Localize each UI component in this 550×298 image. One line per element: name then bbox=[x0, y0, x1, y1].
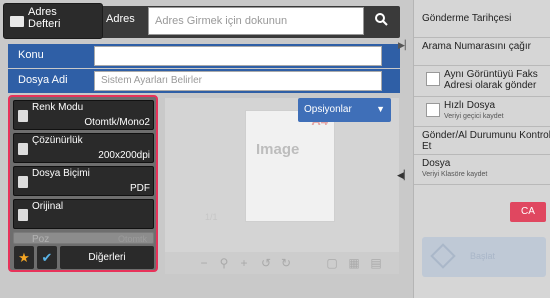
expand-right-icon[interactable]: ▶▏ bbox=[398, 40, 412, 54]
collapse-left-icon[interactable]: ◀▏ bbox=[397, 170, 411, 184]
checkbox[interactable] bbox=[426, 72, 440, 86]
setting-value: 200x200dpi bbox=[98, 150, 150, 161]
filename-input[interactable]: Sistem Ayarları Belirler bbox=[94, 71, 382, 91]
start-icon bbox=[430, 243, 456, 269]
preview-toolbar: − ⚲ + ↺ ↻ ▢ ▦ ▤ bbox=[165, 252, 399, 274]
send-status-item[interactable]: Gönder/Al Durumunu Kontrol Et bbox=[414, 127, 550, 155]
setting-value: Otomtk/Mono2 bbox=[84, 117, 150, 128]
setting-label: Çözünürlük bbox=[32, 135, 83, 146]
filename-row: Dosya Adi Sistem Ayarları Belirler bbox=[8, 69, 400, 93]
file-item[interactable]: Dosya Veriyi Klasöre kaydet bbox=[414, 155, 550, 185]
search-icon bbox=[375, 13, 388, 26]
page-count: 1/1 bbox=[205, 212, 218, 222]
exposure-value: Otomtk bbox=[118, 234, 148, 244]
send-history-item[interactable]: Gönderme Tarihçesi bbox=[414, 0, 550, 38]
address-book-icon bbox=[10, 16, 24, 27]
same-image-fax-item[interactable]: Aynı Görüntüyü Faks Adresi olarak gönder bbox=[414, 66, 550, 97]
quick-file-item[interactable]: Hızlı Dosya Veriyi geçici kaydet bbox=[414, 97, 550, 127]
ca-button[interactable]: CA bbox=[510, 202, 546, 222]
grid-view-icon[interactable]: ▦ bbox=[347, 256, 361, 270]
preview-paper: A4 Image bbox=[245, 110, 335, 222]
subject-row: Konu bbox=[8, 44, 400, 68]
address-book-button[interactable]: Adres Defteri bbox=[3, 3, 103, 39]
subject-input[interactable] bbox=[94, 46, 382, 66]
setting-label: Renk Modu bbox=[32, 102, 84, 113]
minus-icon[interactable]: − bbox=[197, 256, 211, 270]
options-label: Opsiyonlar bbox=[304, 104, 352, 115]
color-mode-icon bbox=[18, 110, 28, 122]
color-mode-button[interactable]: Renk Modu Otomtk/Mono2 bbox=[13, 100, 154, 130]
address-input[interactable]: Adres Girmek için dokunun bbox=[148, 7, 364, 35]
search-button[interactable] bbox=[368, 6, 394, 34]
search-number-item[interactable]: Arama Numarasını çağır bbox=[414, 38, 550, 66]
plus-icon[interactable]: + bbox=[237, 256, 251, 270]
original-icon bbox=[18, 209, 28, 221]
star-icon[interactable]: ★ bbox=[14, 246, 34, 269]
chevron-down-icon: ▼ bbox=[376, 104, 385, 114]
original-button[interactable]: Orijinal bbox=[13, 199, 154, 229]
setting-label: Poz bbox=[32, 234, 50, 244]
setting-label: Orijinal bbox=[32, 201, 64, 212]
subject-label: Konu bbox=[18, 49, 44, 61]
zoom-icon[interactable]: ⚲ bbox=[217, 256, 231, 270]
filename-label: Dosya Adi bbox=[18, 74, 68, 86]
multi-page-icon[interactable]: ▤ bbox=[369, 256, 383, 270]
address-label: Adres bbox=[106, 13, 135, 25]
settings-panel: Renk Modu Otomtk/Mono2 Çözünürlük 200x20… bbox=[8, 95, 158, 272]
address-book-label: Adres Defteri bbox=[28, 6, 61, 30]
options-button[interactable]: Opsiyonlar ▼ bbox=[298, 98, 391, 122]
single-page-icon[interactable]: ▢ bbox=[325, 256, 339, 270]
setting-value: PDF bbox=[130, 183, 150, 194]
rotate-left-icon[interactable]: ↺ bbox=[259, 256, 273, 270]
resolution-icon bbox=[18, 143, 28, 155]
start-button[interactable]: Başlat bbox=[422, 237, 546, 277]
file-format-button[interactable]: Dosya Biçimi PDF bbox=[13, 166, 154, 196]
file-format-icon bbox=[18, 176, 28, 188]
action-panel: Gönderme Tarihçesi Arama Numarasını çağı… bbox=[413, 0, 550, 298]
other-button[interactable]: Diğerleri bbox=[60, 246, 154, 269]
preview-image-label: Image bbox=[256, 141, 300, 158]
rotate-right-icon[interactable]: ↻ bbox=[279, 256, 293, 270]
resolution-button[interactable]: Çözünürlük 200x200dpi bbox=[13, 133, 154, 163]
check-icon[interactable]: ✔ bbox=[37, 246, 57, 269]
checkbox[interactable] bbox=[426, 103, 440, 117]
setting-label: Dosya Biçimi bbox=[32, 168, 90, 179]
